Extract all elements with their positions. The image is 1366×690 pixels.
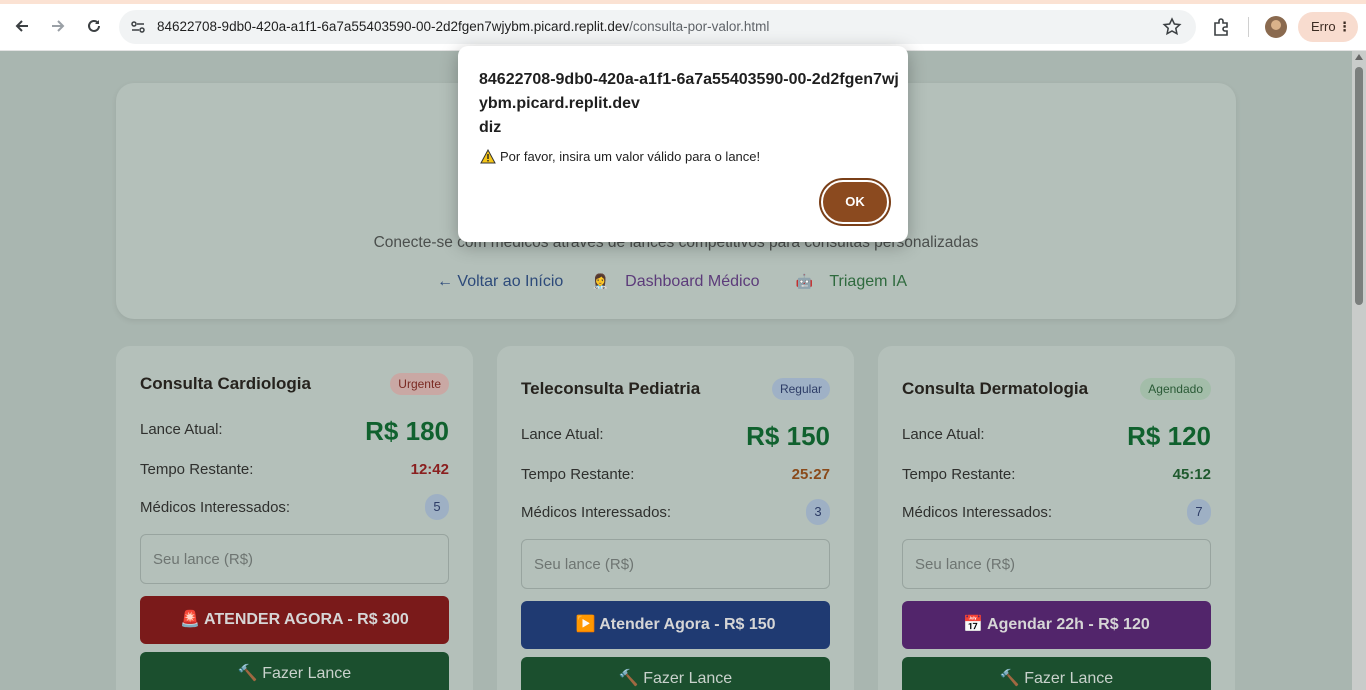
triage-link-label: Triagem IA [829,273,908,290]
url-host: 84622708-9db0-420a-a1f1-6a7a55403590-00-… [157,19,630,34]
browser-toolbar: 84622708-9db0-420a-a1f1-6a7a55403590-00-… [0,0,1366,51]
bid-input[interactable] [140,534,449,584]
profile-avatar[interactable] [1265,16,1287,38]
consultation-card: Teleconsulta Pediatria Regular Lance Atu… [497,346,854,690]
forward-button[interactable] [45,13,71,39]
reload-icon [88,19,100,32]
dashboard-link-label: Dashboard Médico [625,273,760,290]
card-title: Consulta Cardiologia [140,374,311,393]
alert-dialog: 84622708-9db0-420a-a1f1-6a7a55403590-00-… [458,46,908,242]
bid-input[interactable] [521,539,830,589]
interested-label: Médicos Interessados: [140,499,291,516]
status-badge: Urgente [390,373,449,395]
scrollbar-thumb[interactable] [1355,67,1363,305]
schedule-label: Agendar 22h - R$ 120 [987,616,1150,633]
toolbar-divider [1248,17,1249,37]
time-left-label: Tempo Restante: [521,466,635,483]
time-left-label: Tempo Restante: [140,461,254,478]
back-button[interactable] [9,13,35,39]
interested-count: 5 [425,494,449,520]
hero-links: ← Voltar ao Início 👩‍⚕️ Dashboard Médico … [116,273,1236,291]
place-bid-button[interactable]: 🔨 Fazer Lance [521,657,830,690]
dialog-message: Por favor, insira um valor válido para o… [480,148,761,164]
place-bid-button[interactable]: 🔨 Fazer Lance [902,657,1211,690]
place-bid-button[interactable]: 🔨 Fazer Lance [140,652,449,690]
time-left-value: 12:42 [410,461,449,478]
warning-icon [480,148,496,164]
time-left-value: 45:12 [1172,466,1211,483]
arrow-right-icon [52,20,65,32]
current-bid-value: R$ 150 [746,421,830,451]
profile-error-label: Erro [1311,19,1336,34]
extensions-puzzle-icon[interactable] [1211,16,1233,38]
back-home-link[interactable]: ← Voltar ao Início [437,273,563,290]
place-bid-label: Fazer Lance [262,665,352,682]
place-bid-label: Fazer Lance [643,670,733,687]
consultation-card: Consulta Dermatologia Agendado Lance Atu… [878,346,1235,690]
dialog-message-text: Por favor, insira um valor válido para o… [500,149,761,164]
hammer-icon: 🔨 [999,670,1025,687]
current-bid-label: Lance Atual: [521,426,604,443]
interested-count: 7 [1187,499,1211,525]
hammer-icon: 🔨 [618,670,644,687]
siren-icon: 🚨 [180,611,204,628]
play-icon: ▶️ [575,616,600,633]
attend-now-label: Atender Agora - R$ 150 [599,616,776,633]
dialog-title: 84622708-9db0-420a-a1f1-6a7a55403590-00-… [479,68,899,140]
robot-icon: 🤖 [795,273,814,289]
card-title: Teleconsulta Pediatria [521,379,701,398]
page-scrollbar[interactable] [1352,51,1366,690]
attend-now-button[interactable]: ▶️ Atender Agora - R$ 150 [521,601,830,649]
dashboard-link[interactable]: 👩‍⚕️ Dashboard Médico [584,273,768,290]
url-text: 84622708-9db0-420a-a1f1-6a7a55403590-00-… [157,19,769,34]
interested-label: Médicos Interessados: [521,504,672,521]
site-settings-icon[interactable] [129,18,147,36]
attend-now-label: ATENDER AGORA - R$ 300 [204,611,409,628]
ok-button[interactable]: OK [821,180,889,224]
interested-count: 3 [806,499,830,525]
schedule-button[interactable]: 📅 Agendar 22h - R$ 120 [902,601,1211,649]
kebab-menu-icon[interactable]: ⋮ [1338,12,1351,42]
tab-strip-edge [0,0,1366,4]
status-badge: Agendado [1140,378,1211,400]
consultation-card: Consulta Cardiologia Urgente Lance Atual… [116,346,473,690]
triage-link[interactable]: 🤖 Triagem IA [788,273,915,290]
current-bid-value: R$ 120 [1127,421,1211,451]
time-left-label: Tempo Restante: [902,466,1016,483]
current-bid-value: R$ 180 [365,416,449,446]
profile-error-chip[interactable]: Erro ⋮ [1298,12,1358,42]
bid-input[interactable] [902,539,1211,589]
doctor-icon: 👩‍⚕️ [591,273,610,289]
dialog-origin: 84622708-9db0-420a-a1f1-6a7a55403590-00-… [479,71,899,112]
hammer-icon: 🔨 [237,665,263,682]
card-title: Consulta Dermatologia [902,379,1089,398]
attend-now-button[interactable]: 🚨 ATENDER AGORA - R$ 300 [140,596,449,644]
address-bar[interactable]: 84622708-9db0-420a-a1f1-6a7a55403590-00-… [119,10,1196,44]
current-bid-label: Lance Atual: [140,421,223,438]
place-bid-label: Fazer Lance [1024,670,1114,687]
status-badge: Regular [771,378,830,400]
interested-label: Médicos Interessados: [902,504,1053,521]
calendar-icon: 📅 [963,616,988,633]
scroll-up-arrow-icon[interactable] [1355,54,1363,60]
current-bid-label: Lance Atual: [902,426,985,443]
url-path: /consulta-por-valor.html [629,19,770,34]
dialog-says: diz [479,119,502,136]
reload-button[interactable] [81,13,107,39]
arrow-left-icon [15,20,28,32]
bookmark-star-icon[interactable] [1162,17,1182,37]
time-left-value: 25:27 [791,466,830,483]
